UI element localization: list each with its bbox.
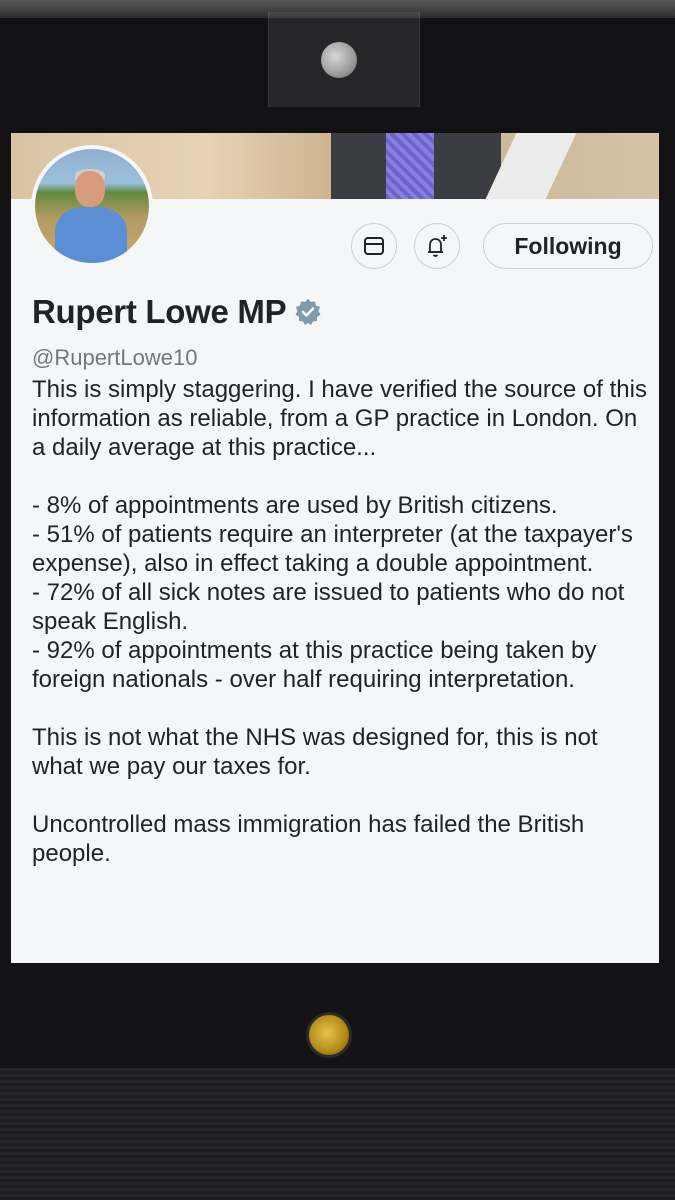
- profile-screen: Following Rupert Lowe MP @RupertLowe10 T…: [11, 133, 659, 963]
- message-button[interactable]: [351, 223, 397, 269]
- avatar[interactable]: [31, 145, 153, 267]
- profile-handle: @RupertLowe10: [32, 345, 198, 370]
- display-name: Rupert Lowe MP: [32, 293, 287, 330]
- post-bullet: - 72% of all sick notes are issued to pa…: [32, 579, 625, 635]
- post-text: This is simply staggering. I have verifi…: [32, 375, 654, 868]
- notify-button[interactable]: [414, 223, 460, 269]
- envelope-icon: [364, 237, 384, 255]
- tablet-photo-frame: Following Rupert Lowe MP @RupertLowe10 T…: [0, 0, 675, 1200]
- verified-badge-icon: [295, 299, 321, 325]
- avatar-head: [75, 171, 105, 207]
- post-bullet: - 8% of appointments are used by British…: [32, 492, 558, 519]
- post-paragraph: Uncontrolled mass immigration has failed…: [32, 811, 585, 867]
- post-bullet: - 92% of appointments at this practice b…: [32, 637, 597, 693]
- post-paragraph: This is simply staggering. I have verifi…: [32, 376, 647, 461]
- post-paragraph: This is not what the NHS was designed fo…: [32, 724, 598, 780]
- post-bullet: - 51% of patients require an interpreter…: [32, 521, 633, 577]
- bell-plus-icon: [428, 235, 447, 257]
- following-button[interactable]: Following: [483, 223, 653, 269]
- banner-shirt: [386, 133, 434, 199]
- camera-icon: [321, 42, 357, 78]
- desk-surface: [0, 1068, 675, 1200]
- name-row: Rupert Lowe MP: [32, 293, 322, 331]
- avatar-body: [55, 207, 127, 263]
- home-button[interactable]: [306, 1012, 352, 1058]
